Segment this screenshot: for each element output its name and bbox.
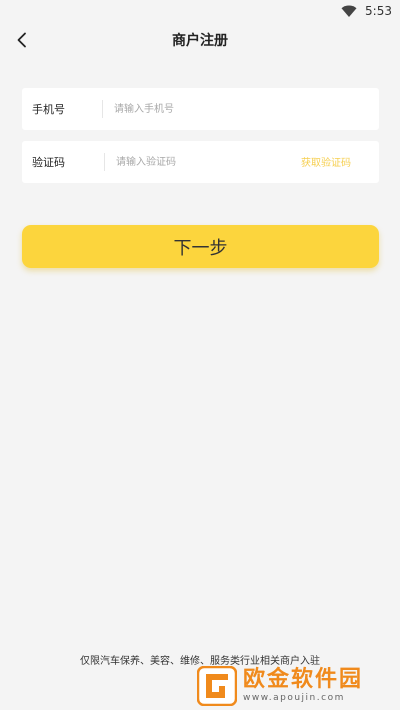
status-bar: 5:53 (0, 0, 400, 22)
field-divider (104, 153, 105, 171)
code-field-card: 验证码 获取验证码 (22, 141, 379, 183)
footer-note: 仅限汽车保养、美容、维修、服务类行业相关商户入驻 (80, 656, 320, 667)
get-code-button[interactable]: 获取验证码 (301, 154, 351, 169)
phone-field-card: 手机号 (22, 88, 379, 130)
wifi-icon (341, 5, 357, 17)
watermark-name: 欧金软件园 (243, 667, 364, 692)
page-title: 商户注册 (172, 33, 228, 49)
nav-bar: 商户注册 (0, 22, 400, 58)
next-button[interactable]: 下一步 (22, 225, 379, 268)
code-label: 验证码 (32, 156, 65, 169)
watermark-logo-icon (197, 666, 237, 706)
status-time: 5:53 (365, 4, 392, 18)
watermark: 欧金软件园 www.apoujin.com (197, 666, 395, 706)
watermark-text: 欧金软件园 www.apoujin.com (243, 668, 363, 704)
phone-label: 手机号 (32, 103, 65, 116)
verification-code-input[interactable] (116, 151, 286, 173)
phone-input[interactable] (114, 98, 284, 120)
status-right: 5:53 (341, 3, 392, 19)
watermark-url: www.apoujin.com (243, 693, 345, 703)
field-divider (102, 100, 103, 118)
